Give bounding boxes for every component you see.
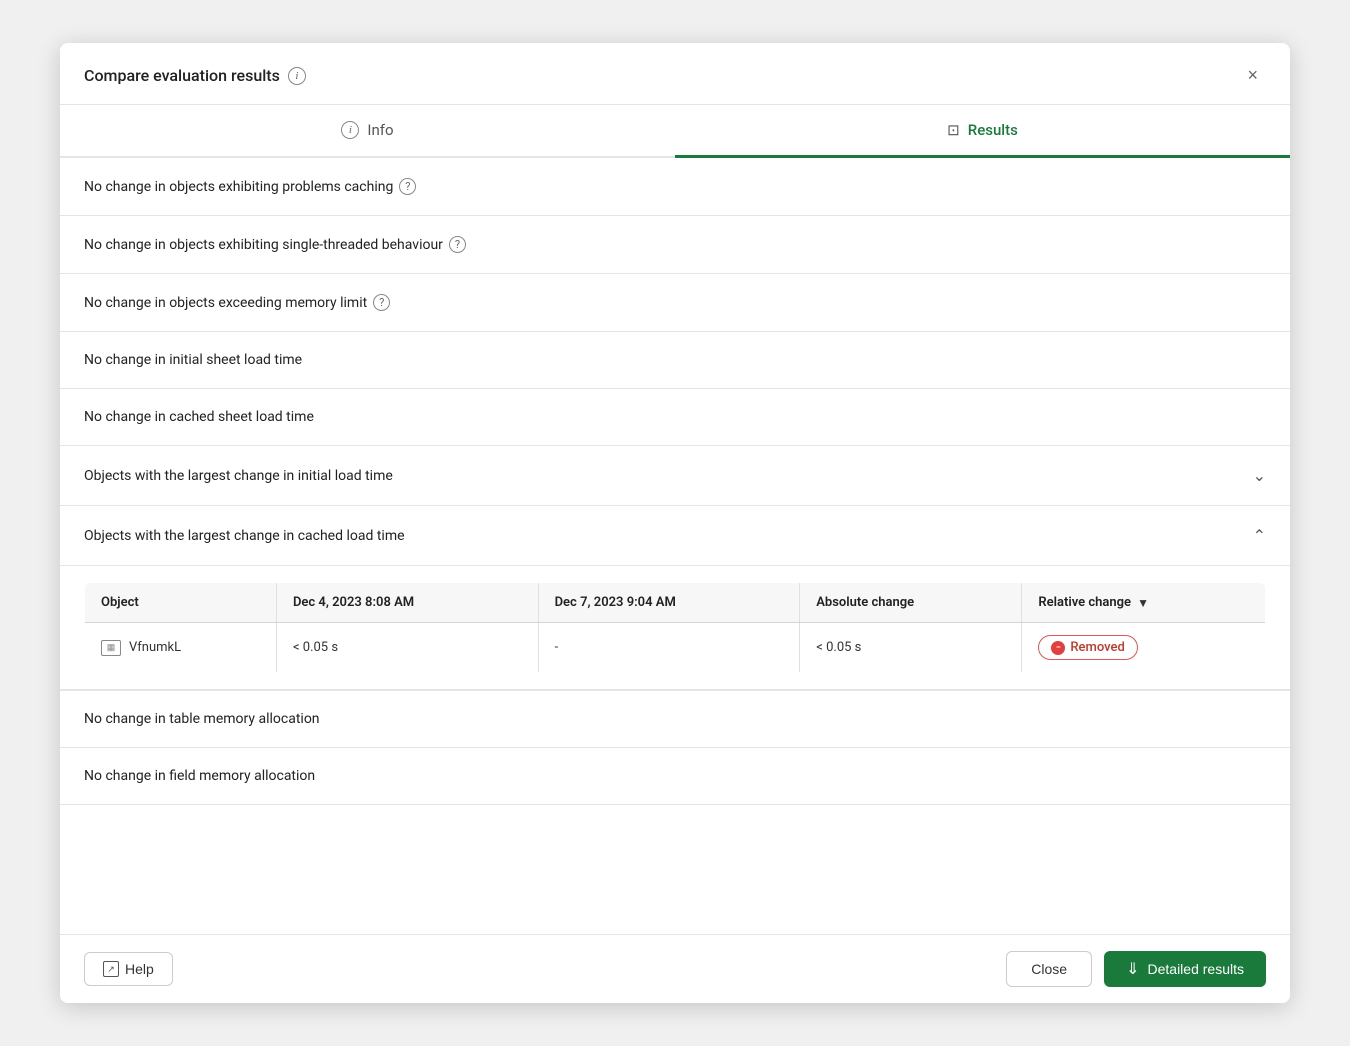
results-tab-icon: ⊡ — [947, 121, 960, 139]
dialog-title-area: Compare evaluation results i — [84, 66, 306, 85]
cell-date1: < 0.05 s — [276, 623, 538, 673]
single-threaded-help-icon[interactable]: ? — [449, 236, 466, 253]
section-field-memory-text: No change in field memory allocation — [84, 768, 315, 784]
help-button[interactable]: ↗ Help — [84, 952, 173, 986]
tab-results[interactable]: ⊡ Results — [675, 105, 1290, 158]
caching-help-icon[interactable]: ? — [399, 178, 416, 195]
relative-sort-icon: ▼ — [1137, 596, 1149, 610]
download-icon: ⇓ — [1126, 959, 1139, 979]
section-cached-load-text: No change in cached sheet load time — [84, 409, 314, 425]
col-object: Object — [85, 583, 277, 623]
section-largest-cached-header[interactable]: Objects with the largest change in cache… — [60, 506, 1290, 566]
tab-info[interactable]: i Info — [60, 105, 675, 158]
info-tab-icon: i — [341, 121, 359, 139]
object-chart-icon — [101, 640, 121, 656]
col-relative[interactable]: Relative change ▼ — [1022, 583, 1266, 623]
section-table-memory: No change in table memory allocation — [60, 691, 1290, 748]
removed-badge-label: Removed — [1070, 640, 1124, 655]
col-date1: Dec 4, 2023 8:08 AM — [276, 583, 538, 623]
section-largest-initial[interactable]: Objects with the largest change in initi… — [60, 446, 1290, 506]
cell-date2: - — [538, 623, 800, 673]
table-header-row: Object Dec 4, 2023 8:08 AM Dec 7, 2023 9… — [85, 583, 1266, 623]
section-memory-limit: No change in objects exceeding memory li… — [60, 274, 1290, 332]
removed-badge: − Removed — [1038, 635, 1137, 660]
section-single-threaded-left: No change in objects exhibiting single-t… — [84, 236, 466, 253]
tab-results-label: Results — [968, 121, 1018, 139]
section-largest-cached-text: Objects with the largest change in cache… — [84, 528, 405, 544]
tabs-container: i Info ⊡ Results — [60, 105, 1290, 158]
section-single-threaded-text: No change in objects exhibiting single-t… — [84, 237, 443, 253]
compare-evaluation-dialog: Compare evaluation results i × i Info ⊡ … — [60, 43, 1290, 1003]
removed-dot-icon: − — [1051, 641, 1065, 655]
section-cached-load: No change in cached sheet load time — [60, 389, 1290, 446]
cell-absolute: < 0.05 s — [800, 623, 1022, 673]
object-name: VfnumkL — [129, 640, 181, 655]
section-largest-initial-text: Objects with the largest change in initi… — [84, 468, 393, 484]
col-date2: Dec 7, 2023 9:04 AM — [538, 583, 800, 623]
section-caching: No change in objects exhibiting problems… — [60, 158, 1290, 216]
object-cell-content: VfnumkL — [101, 640, 260, 656]
section-caching-text: No change in objects exhibiting problems… — [84, 179, 393, 195]
cached-table-container: Object Dec 4, 2023 8:08 AM Dec 7, 2023 9… — [60, 566, 1290, 690]
section-single-threaded: No change in objects exhibiting single-t… — [60, 216, 1290, 274]
cell-object: VfnumkL — [85, 623, 277, 673]
section-memory-limit-text: No change in objects exceeding memory li… — [84, 295, 367, 311]
close-footer-button[interactable]: Close — [1006, 951, 1092, 987]
col-absolute: Absolute change — [800, 583, 1022, 623]
section-memory-limit-left: No change in objects exceeding memory li… — [84, 294, 390, 311]
section-largest-cached-expanded: Objects with the largest change in cache… — [60, 506, 1290, 691]
dialog-title: Compare evaluation results — [84, 66, 280, 85]
tab-info-label: Info — [367, 121, 393, 139]
section-table-memory-text: No change in table memory allocation — [84, 711, 320, 727]
section-initial-load-text: No change in initial sheet load time — [84, 352, 302, 368]
dialog-footer: ↗ Help Close ⇓ Detailed results — [60, 934, 1290, 1003]
table-row: VfnumkL < 0.05 s - < 0.05 s − Removed — [85, 623, 1266, 673]
help-button-label: Help — [125, 961, 154, 977]
memory-limit-help-icon[interactable]: ? — [373, 294, 390, 311]
dialog-close-button[interactable]: × — [1239, 61, 1266, 90]
help-external-icon: ↗ — [103, 961, 119, 977]
footer-right-buttons: Close ⇓ Detailed results — [1006, 951, 1266, 987]
dialog-header: Compare evaluation results i × — [60, 43, 1290, 105]
largest-initial-chevron-icon: ⌄ — [1253, 466, 1266, 485]
detailed-results-button[interactable]: ⇓ Detailed results — [1104, 951, 1266, 987]
cell-relative: − Removed — [1022, 623, 1266, 673]
largest-cached-chevron-icon: ⌃ — [1253, 526, 1266, 545]
detailed-results-label: Detailed results — [1148, 961, 1245, 977]
section-caching-left: No change in objects exhibiting problems… — [84, 178, 416, 195]
section-initial-load: No change in initial sheet load time — [60, 332, 1290, 389]
section-field-memory: No change in field memory allocation — [60, 748, 1290, 805]
cached-load-table: Object Dec 4, 2023 8:08 AM Dec 7, 2023 9… — [84, 582, 1266, 673]
dialog-content: No change in objects exhibiting problems… — [60, 158, 1290, 934]
title-info-icon: i — [288, 67, 306, 85]
